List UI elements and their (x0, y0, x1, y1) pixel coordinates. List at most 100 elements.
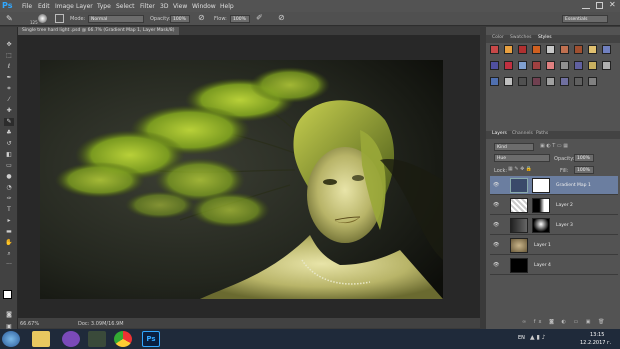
menu-edit[interactable]: Edit (38, 3, 50, 10)
brush-panel-icon[interactable] (55, 14, 64, 23)
visibility-eye-icon[interactable]: 👁 (493, 182, 499, 188)
chrome-icon[interactable] (114, 331, 132, 347)
layer-name[interactable]: Layer 2 (556, 203, 573, 208)
menu-3d[interactable]: 3D (160, 3, 168, 10)
document-tab[interactable]: Single tree hard light .psd @ 66.7% (Gra… (18, 27, 179, 35)
style-swatch[interactable] (602, 61, 611, 70)
brush-tool-icon[interactable]: ✎ (6, 14, 13, 23)
visibility-eye-icon[interactable]: 👁 (493, 202, 499, 208)
menu-layer[interactable]: Layer (76, 3, 93, 10)
style-swatch[interactable] (560, 45, 569, 54)
mode-select[interactable]: Normal (88, 15, 144, 23)
tab-channels[interactable]: Channels (512, 131, 533, 136)
photoshop-taskbar-icon[interactable]: Ps (142, 331, 160, 347)
hand-tool-icon[interactable]: ✋ (4, 239, 14, 247)
style-swatch[interactable] (490, 45, 499, 54)
lasso-tool-icon[interactable]: ℓ (4, 63, 14, 71)
style-swatch[interactable] (490, 61, 499, 70)
style-swatch[interactable] (518, 45, 527, 54)
layer-filter-icons[interactable]: ▣ ◐ T ▭ ▦ (540, 143, 604, 151)
viber-icon[interactable] (62, 331, 80, 347)
style-swatch[interactable] (504, 45, 513, 54)
style-swatch[interactable] (490, 77, 499, 86)
flow-field[interactable]: 100% (230, 15, 250, 23)
visibility-eye-icon[interactable]: 👁 (493, 242, 499, 248)
menu-window[interactable]: Window (192, 3, 216, 10)
file-explorer-icon[interactable] (32, 331, 50, 347)
style-swatch[interactable] (574, 61, 583, 70)
tab-paths[interactable]: Paths (536, 131, 548, 136)
layer-row-layer-2[interactable]: 👁 Layer 2 (490, 196, 618, 215)
start-button-icon[interactable] (2, 331, 20, 347)
style-swatch[interactable] (560, 61, 569, 70)
visibility-eye-icon[interactable]: 👁 (493, 262, 499, 268)
menu-help[interactable]: Help (220, 3, 234, 10)
blur-tool-icon[interactable]: ● (4, 173, 14, 181)
clock-time[interactable]: 13:15 (590, 332, 604, 338)
layer-row-layer-4[interactable]: 👁 Layer 4 (490, 256, 618, 275)
language-indicator[interactable]: EN (518, 335, 525, 341)
brush-preset-icon[interactable] (38, 14, 47, 23)
style-swatch[interactable] (588, 77, 597, 86)
eyedropper-tool-icon[interactable]: ⁄ (4, 96, 14, 104)
close-icon[interactable]: ✕ (609, 0, 616, 9)
workspace-select[interactable]: Essentials (562, 15, 608, 23)
style-swatch[interactable] (588, 45, 597, 54)
menu-image[interactable]: Image (55, 3, 74, 10)
menu-view[interactable]: View (173, 3, 187, 10)
healing-brush-tool-icon[interactable]: ✚ (4, 107, 14, 115)
opacity-field[interactable]: 100% (170, 15, 190, 23)
marquee-tool-icon[interactable]: ⬚ (4, 52, 14, 60)
menu-file[interactable]: File (22, 3, 32, 10)
gradient-tool-icon[interactable]: ▭ (4, 162, 14, 170)
clone-stamp-tool-icon[interactable]: ♣ (4, 129, 14, 137)
pressure-size-icon[interactable]: ⊘ (278, 13, 285, 22)
tray-icons[interactable]: ▲ ▮ ♪ (530, 334, 546, 341)
layer-row-gradient-map[interactable]: 👁 Gradient Map 1 (490, 176, 618, 195)
quick-select-tool-icon[interactable]: ✒ (4, 74, 14, 82)
menu-filter[interactable]: Filter (140, 3, 155, 10)
clock-date[interactable]: 12.2.2017 г. (580, 340, 611, 346)
zoom-level[interactable]: 66.67% (20, 321, 39, 327)
style-swatch[interactable] (546, 45, 555, 54)
path-selection-tool-icon[interactable]: ▸ (4, 217, 14, 225)
style-swatch[interactable] (518, 61, 527, 70)
style-swatch[interactable] (532, 77, 541, 86)
style-swatch[interactable] (504, 61, 513, 70)
menu-type[interactable]: Type (97, 3, 111, 10)
more-tools-icon[interactable]: ··· (4, 261, 14, 269)
layer-name[interactable]: Gradient Map 1 (556, 183, 591, 188)
style-swatch[interactable] (546, 61, 555, 70)
visibility-eye-icon[interactable]: 👁 (493, 222, 499, 228)
eraser-tool-icon[interactable]: ◧ (4, 151, 14, 159)
maximize-icon[interactable] (596, 2, 603, 9)
style-swatch[interactable] (574, 45, 583, 54)
style-swatch[interactable] (532, 61, 541, 70)
layer-row-layer-3[interactable]: 👁 Layer 3 (490, 216, 618, 235)
layer-filter-kind[interactable]: Kind (494, 143, 534, 151)
style-swatch[interactable] (574, 77, 583, 86)
document-artwork[interactable] (40, 60, 443, 299)
history-brush-tool-icon[interactable]: ↺ (4, 140, 14, 148)
type-tool-icon[interactable]: T (4, 206, 14, 214)
layer-row-layer-1[interactable]: 👁 Layer 1 (490, 236, 618, 255)
quick-mask-icon[interactable]: ◙ (4, 311, 14, 319)
layer-mask-thumb[interactable] (532, 198, 550, 213)
foreground-color-swatch[interactable] (3, 290, 12, 299)
pressure-opacity-icon[interactable]: ⊘ (198, 13, 205, 22)
shape-tool-icon[interactable]: ▬ (4, 228, 14, 236)
app-icon[interactable] (88, 331, 106, 347)
minimize-icon[interactable] (582, 2, 590, 9)
tab-layers[interactable]: Layers (492, 131, 507, 136)
layer-name[interactable]: Layer 4 (534, 263, 551, 268)
tab-swatches[interactable]: Swatches (510, 35, 532, 40)
layer-mask-thumb[interactable] (532, 178, 550, 193)
crop-tool-icon[interactable]: ⌗ (4, 85, 14, 93)
brush-tool-icon[interactable]: ✎ (4, 118, 14, 126)
style-swatch[interactable] (532, 45, 541, 54)
tab-styles[interactable]: Styles (538, 35, 552, 40)
layer-mask-thumb[interactable] (532, 218, 550, 233)
pen-tool-icon[interactable]: ✑ (4, 195, 14, 203)
style-swatch[interactable] (560, 77, 569, 86)
style-swatch[interactable] (504, 77, 513, 86)
